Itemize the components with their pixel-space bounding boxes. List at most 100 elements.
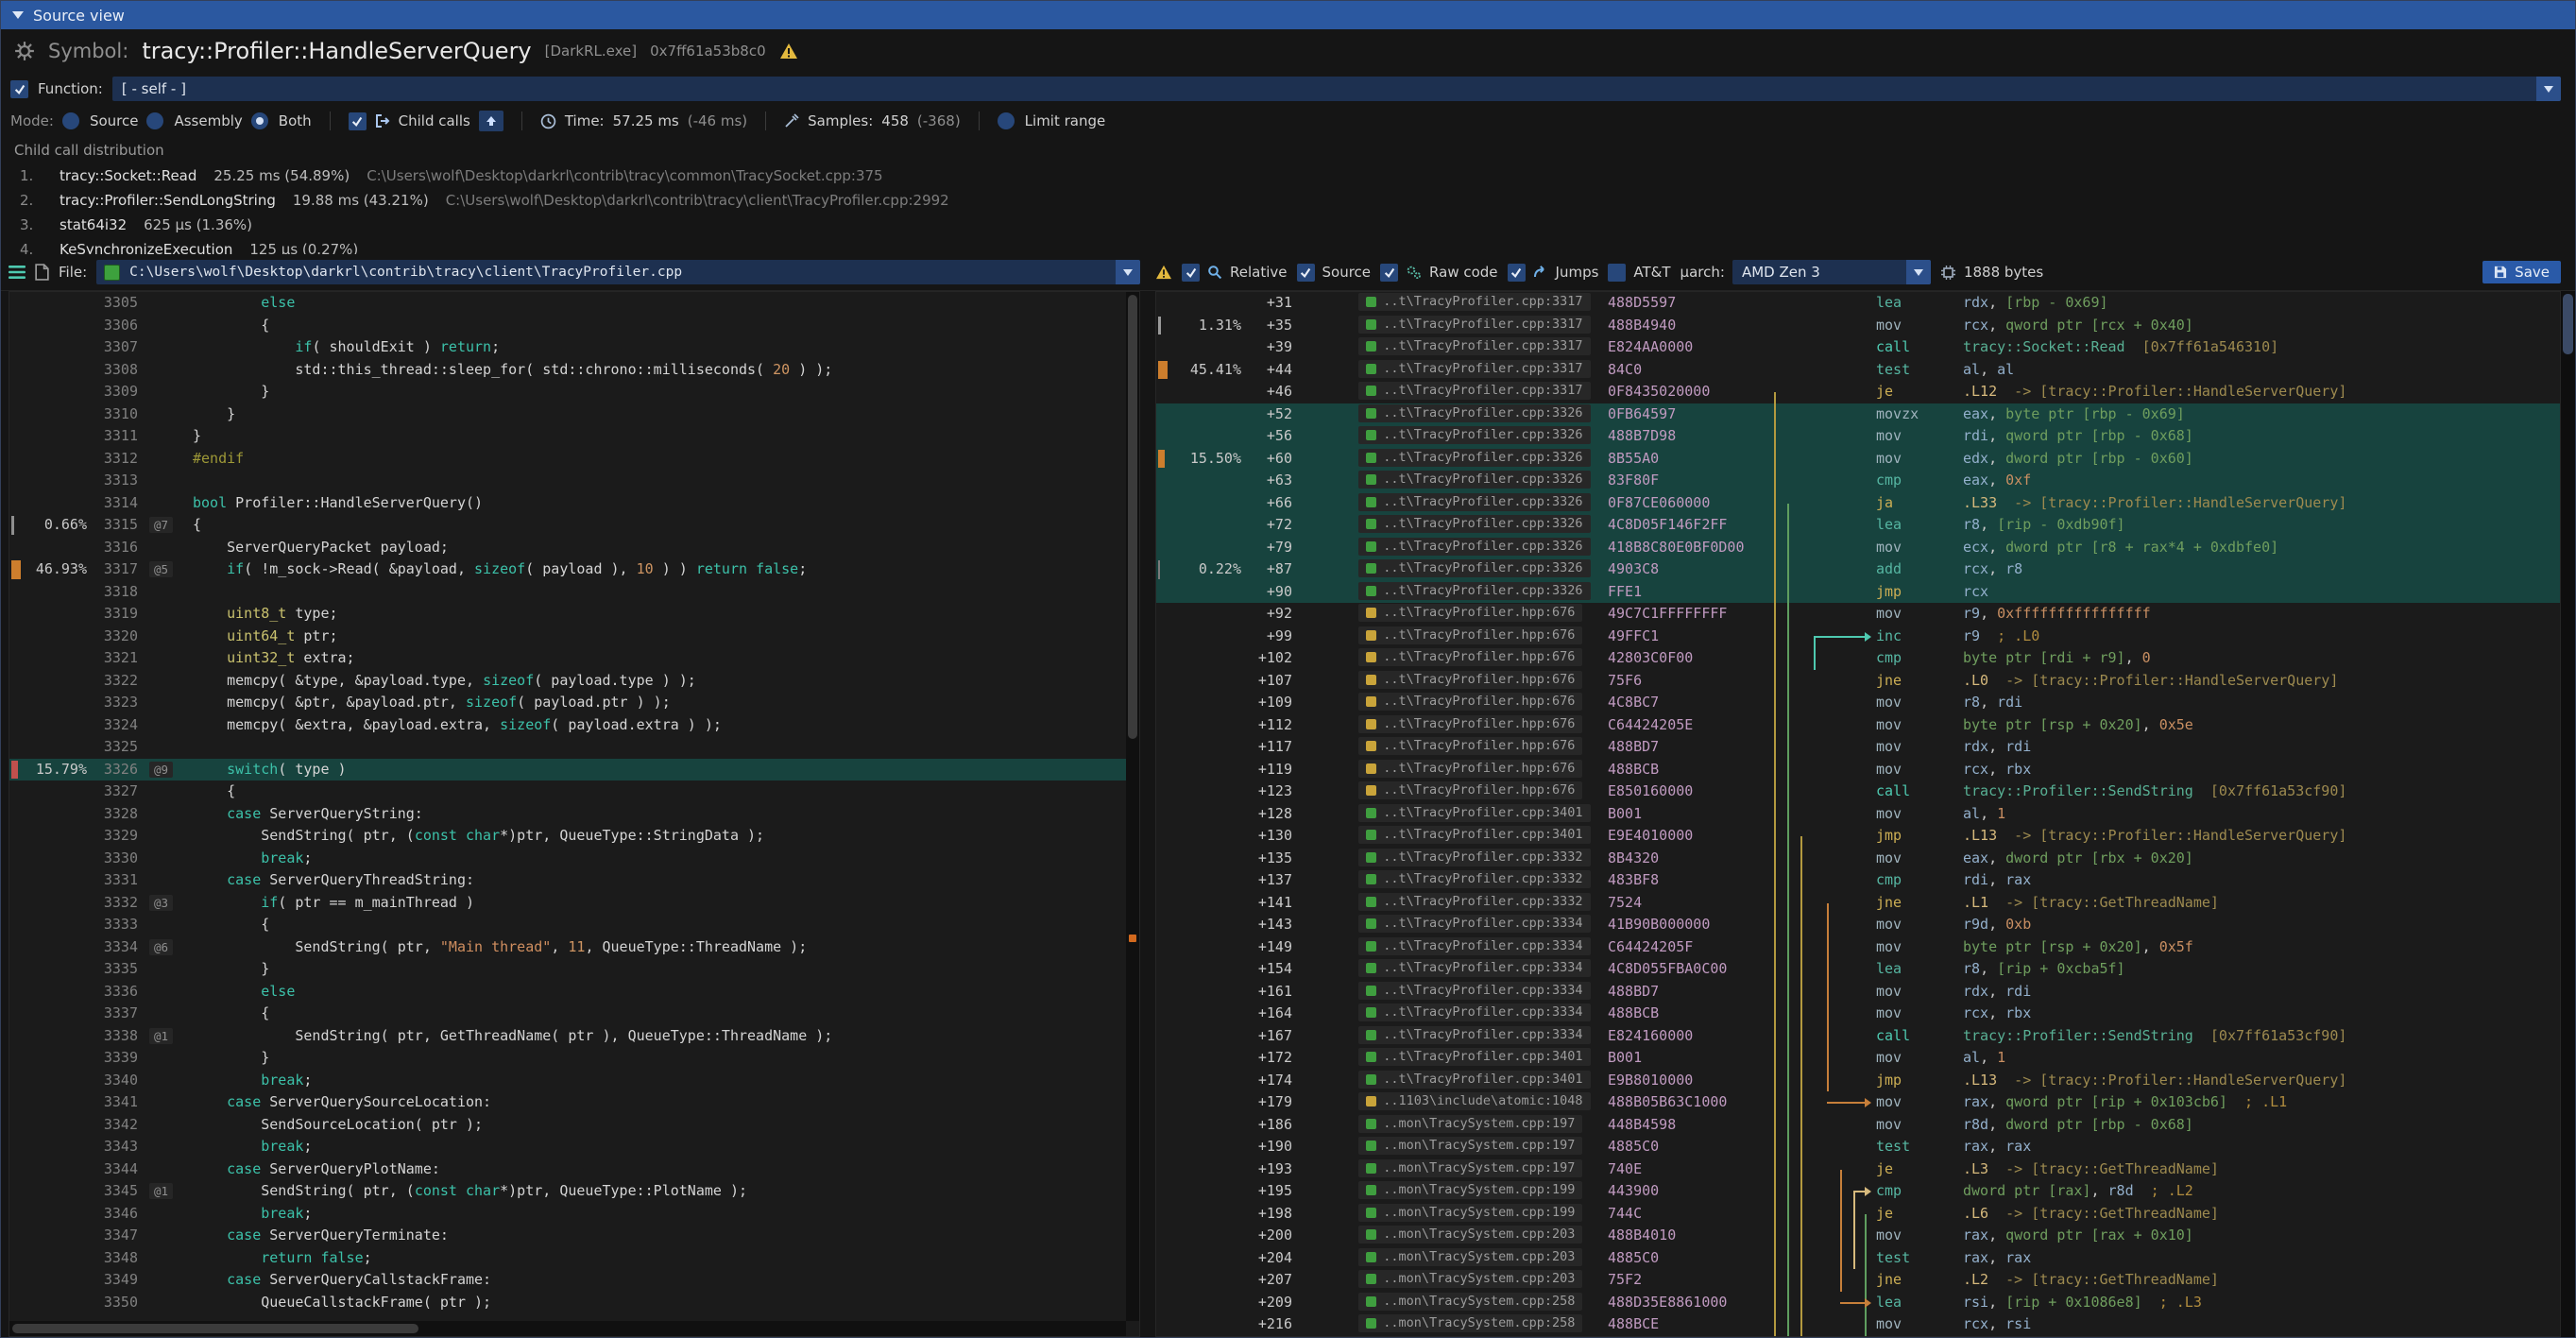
chevron-down-icon[interactable] xyxy=(1906,260,1931,284)
child-call-item[interactable]: 4. KeSynchronizeExecution 125 µs (0.27%) xyxy=(20,237,2575,254)
source-line[interactable]: 3342 SendSourceLocation( ptr ); xyxy=(9,1114,1139,1137)
sample-bar xyxy=(11,516,14,535)
source-line[interactable]: 3323 memcpy( &ptr, &payload.ptr, sizeof(… xyxy=(9,692,1139,714)
child-calls-checkbox[interactable] xyxy=(349,112,367,130)
source-line[interactable]: 3337 { xyxy=(9,1003,1139,1025)
pane-splitter[interactable] xyxy=(1140,291,1155,1337)
asm-group-annotation: @9 xyxy=(149,762,173,778)
source-line[interactable]: 3344 case ServerQueryPlotName: xyxy=(9,1158,1139,1181)
source-line[interactable]: 3322 memcpy( &type, &payload.type, sizeo… xyxy=(9,670,1139,693)
jumps-checkbox[interactable] xyxy=(1508,264,1526,282)
source-line[interactable]: 3306 { xyxy=(9,315,1139,337)
radio-both[interactable] xyxy=(251,112,268,129)
mnemonic: je xyxy=(1876,1158,1963,1181)
source-line[interactable]: 3312 #endif xyxy=(9,448,1139,471)
window-title: Source view xyxy=(33,7,125,25)
source-line[interactable]: 3334 @6 SendString( ptr, "Main thread", … xyxy=(9,936,1139,959)
file-list-icon[interactable] xyxy=(9,265,26,280)
child-call-item[interactable]: 1. tracy::Socket::Read 25.25 ms (54.89%)… xyxy=(20,163,2575,188)
source-line[interactable]: 3346 break; xyxy=(9,1203,1139,1226)
collapse-icon[interactable] xyxy=(12,11,24,19)
instruction-bytes: 488BCE xyxy=(1608,1313,1766,1336)
source-line[interactable]: 3345 @1 SendString( ptr, (const char*)pt… xyxy=(9,1180,1139,1203)
chevron-down-icon[interactable] xyxy=(2536,77,2561,101)
mnemonic: cmp xyxy=(1876,470,1963,492)
source-line[interactable]: 3321 uint32_t extra; xyxy=(9,647,1139,670)
source-vertical-scrollbar[interactable] xyxy=(1126,292,1139,1321)
att-checkbox[interactable] xyxy=(1608,264,1626,282)
source-line[interactable]: 3318 xyxy=(9,581,1139,604)
uarch-combo[interactable]: AMD Zen 3 xyxy=(1732,260,1931,284)
source-line[interactable]: 3313 xyxy=(9,470,1139,492)
source-location-button[interactable]: ..mon\TracySystem.cpp:258 xyxy=(1358,1314,1582,1332)
relative-label: Relative xyxy=(1230,264,1288,281)
child-call-index: 1. xyxy=(20,167,43,184)
child-call-item[interactable]: 3. stat64i32 625 µs (1.36%) xyxy=(20,213,2575,237)
source-line[interactable]: 3309 } xyxy=(9,381,1139,403)
window-vertical-scrollbar[interactable] xyxy=(2561,291,2575,1337)
instruction-bytes: 4C8BC7 xyxy=(1608,692,1766,714)
source-line[interactable]: 3328 case ServerQueryString: xyxy=(9,803,1139,826)
child-call-distribution-header[interactable]: Child call distribution xyxy=(1,137,2575,163)
source-line[interactable]: 3308 std::this_thread::sleep_for( std::c… xyxy=(9,359,1139,382)
source-line[interactable]: 15.79% 3326 @9 switch( type ) xyxy=(9,759,1139,781)
scrollbar-thumb[interactable] xyxy=(2563,294,2573,354)
source-line[interactable]: 3319 uint8_t type; xyxy=(9,603,1139,626)
child-call-item[interactable]: 2. tracy::Profiler::SendLongString 19.88… xyxy=(20,188,2575,213)
line-percent: 0.66% xyxy=(23,514,96,537)
source-line[interactable]: 3327 { xyxy=(9,780,1139,803)
source-line[interactable]: 3333 { xyxy=(9,914,1139,936)
function-checkbox[interactable] xyxy=(10,80,28,98)
source-line[interactable]: 3307 if( shouldExit ) return; xyxy=(9,336,1139,359)
scrollbar-thumb[interactable] xyxy=(12,1324,418,1333)
radio-assembly[interactable] xyxy=(146,112,163,129)
source-line[interactable]: 3348 return false; xyxy=(9,1247,1139,1270)
source-line[interactable]: 3340 break; xyxy=(9,1070,1139,1092)
source-line[interactable]: 3324 memcpy( &extra, &payload.extra, siz… xyxy=(9,714,1139,737)
source-line[interactable]: 3330 break; xyxy=(9,848,1139,870)
instruction-bytes: 0FB64597 xyxy=(1608,403,1766,426)
source-horizontal-scrollbar[interactable] xyxy=(9,1321,1126,1336)
propagate-button[interactable] xyxy=(479,111,503,131)
source-line[interactable]: 3329 SendString( ptr, (const char*)ptr, … xyxy=(9,825,1139,848)
line-number: 3330 xyxy=(96,848,149,870)
source-line[interactable]: 3349 case ServerQueryCallstackFrame: xyxy=(9,1269,1139,1292)
radio-source[interactable] xyxy=(62,112,79,129)
source-checkbox[interactable] xyxy=(1297,264,1315,282)
source-line[interactable]: 3314 bool Profiler::HandleServerQuery() xyxy=(9,492,1139,515)
source-line[interactable]: 3338 @1 SendString( ptr, GetThreadName( … xyxy=(9,1025,1139,1048)
raw-code-checkbox[interactable] xyxy=(1380,264,1398,282)
chevron-down-icon[interactable] xyxy=(1116,260,1140,284)
source-line[interactable]: 3350 QueueCallstackFrame( ptr ); xyxy=(9,1292,1139,1314)
function-combo[interactable]: [ - self - ] xyxy=(112,77,2561,101)
source-line[interactable]: 3310 } xyxy=(9,403,1139,426)
limit-range-checkbox[interactable] xyxy=(998,112,1015,129)
source-line[interactable]: 3335 } xyxy=(9,958,1139,981)
assembly-line[interactable]: +216 ..mon\TracySystem.cpp:258 488BCE mo… xyxy=(1156,1313,2560,1336)
source-line[interactable]: 3332 @3 if( ptr == m_mainThread ) xyxy=(9,892,1139,915)
source-line[interactable]: 3320 uint64_t ptr; xyxy=(9,626,1139,648)
source-line[interactable]: 3311 } xyxy=(9,425,1139,448)
source-line[interactable]: 3331 case ServerQueryThreadString: xyxy=(9,869,1139,892)
relative-checkbox[interactable] xyxy=(1182,264,1200,282)
source-line[interactable]: 3341 case ServerQuerySourceLocation: xyxy=(9,1091,1139,1114)
title-bar[interactable]: Source view xyxy=(1,1,2575,29)
save-button[interactable]: Save xyxy=(2482,261,2561,283)
source-code-text: } xyxy=(193,1047,1139,1070)
instruction-bytes: 488BCB xyxy=(1608,759,1766,781)
mnemonic: mov xyxy=(1876,537,1963,559)
source-line[interactable]: 3325 xyxy=(9,736,1139,759)
source-line[interactable]: 3316 ServerQueryPacket payload; xyxy=(9,537,1139,559)
source-line[interactable]: 3305 else xyxy=(9,292,1139,315)
source-line[interactable]: 46.93% 3317 @5 if( !m_sock->Read( &paylo… xyxy=(9,558,1139,581)
source-line[interactable]: 3343 break; xyxy=(9,1136,1139,1158)
instruction-offset: +161 xyxy=(1251,981,1307,1004)
source-line[interactable]: 3347 case ServerQueryTerminate: xyxy=(9,1225,1139,1247)
source-line[interactable]: 0.66% 3315 @7 { xyxy=(9,514,1139,537)
child-call-time: 25.25 ms (54.89%) xyxy=(213,167,350,184)
source-line[interactable]: 3339 } xyxy=(9,1047,1139,1070)
line-number: 3324 xyxy=(96,714,149,737)
file-combo[interactable]: C:\Users\wolf\Desktop\darkrl\contrib\tra… xyxy=(96,260,1140,284)
source-line[interactable]: 3336 else xyxy=(9,981,1139,1004)
scrollbar-thumb[interactable] xyxy=(1128,295,1137,739)
